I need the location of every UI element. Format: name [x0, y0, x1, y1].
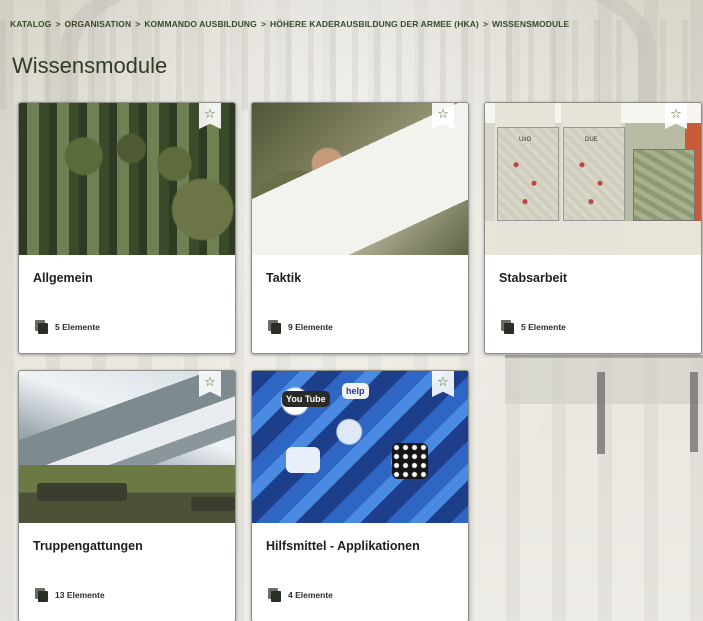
card-title[interactable]: Allgemein	[33, 271, 93, 285]
stack-icon	[268, 320, 282, 334]
card-element-count: 5 Elemente	[35, 320, 100, 334]
module-card-allgemein[interactable]: ☆ Allgemein 5 Elemente	[18, 102, 236, 354]
module-card-hilfsmittel-applikationen[interactable]: You Tube help ☆ Hilfsmittel - Applikatio…	[251, 370, 469, 621]
background-table-leg	[597, 372, 605, 454]
stack-icon	[268, 588, 282, 602]
breadcrumb-kommando-ausbildung[interactable]: KOMMANDO AUSBILDUNG	[144, 19, 257, 29]
background-table-leg	[690, 372, 698, 452]
card-title[interactable]: Hilfsmittel - Applikationen	[266, 539, 420, 553]
breadcrumb-hka[interactable]: HÖHERE KADERAUSBILDUNG DER ARMEE (HKA)	[270, 19, 479, 29]
stack-icon	[35, 320, 49, 334]
breadcrumb-organisation[interactable]: ORGANISATION	[65, 19, 132, 29]
module-card-stabsarbeit[interactable]: UirO DUE ☆ Stabsarbeit 5 Elemente	[484, 102, 702, 354]
tank-shape	[37, 483, 127, 501]
module-card-truppengattungen[interactable]: ☆ Truppengattungen 13 Elemente	[18, 370, 236, 621]
help-app-icon: help	[342, 383, 369, 399]
card-count-label: 9 Elemente	[288, 322, 333, 332]
tank-shape	[191, 497, 235, 511]
breadcrumb-katalog[interactable]: KATALOG	[10, 19, 51, 29]
card-count-label: 5 Elemente	[521, 322, 566, 332]
youtube-app-icon: You Tube	[282, 391, 330, 407]
card-element-count: 13 Elemente	[35, 588, 105, 602]
stack-icon	[35, 588, 49, 602]
card-element-count: 5 Elemente	[501, 320, 566, 334]
card-count-label: 5 Elemente	[55, 322, 100, 332]
cloud-app-icon	[286, 447, 320, 473]
card-title[interactable]: Truppengattungen	[33, 539, 143, 553]
grid-app-icon	[392, 443, 428, 479]
map-label: UirO	[519, 137, 532, 143]
stack-icon	[501, 320, 515, 334]
map-image	[633, 149, 695, 221]
card-title[interactable]: Taktik	[266, 271, 301, 285]
breadcrumb-wissensmodule: WISSENSMODULE	[491, 19, 570, 29]
breadcrumb-separator-icon: >	[482, 19, 488, 29]
breadcrumb-separator-icon: >	[55, 19, 61, 29]
card-count-label: 4 Elemente	[288, 590, 333, 600]
map-label: DUE	[585, 137, 598, 143]
breadcrumb-separator-icon: >	[135, 19, 141, 29]
breadcrumb-separator-icon: >	[260, 19, 266, 29]
card-count-label: 13 Elemente	[55, 590, 105, 600]
card-element-count: 9 Elemente	[268, 320, 333, 334]
card-title[interactable]: Stabsarbeit	[499, 271, 567, 285]
breadcrumb: KATALOG > ORGANISATION > KOMMANDO AUSBILDUNG…	[10, 19, 569, 29]
module-card-taktik[interactable]: ☆ Taktik 9 Elemente	[251, 102, 469, 354]
page-title: Wissensmodule	[12, 53, 168, 78]
card-element-count: 4 Elemente	[268, 588, 333, 602]
